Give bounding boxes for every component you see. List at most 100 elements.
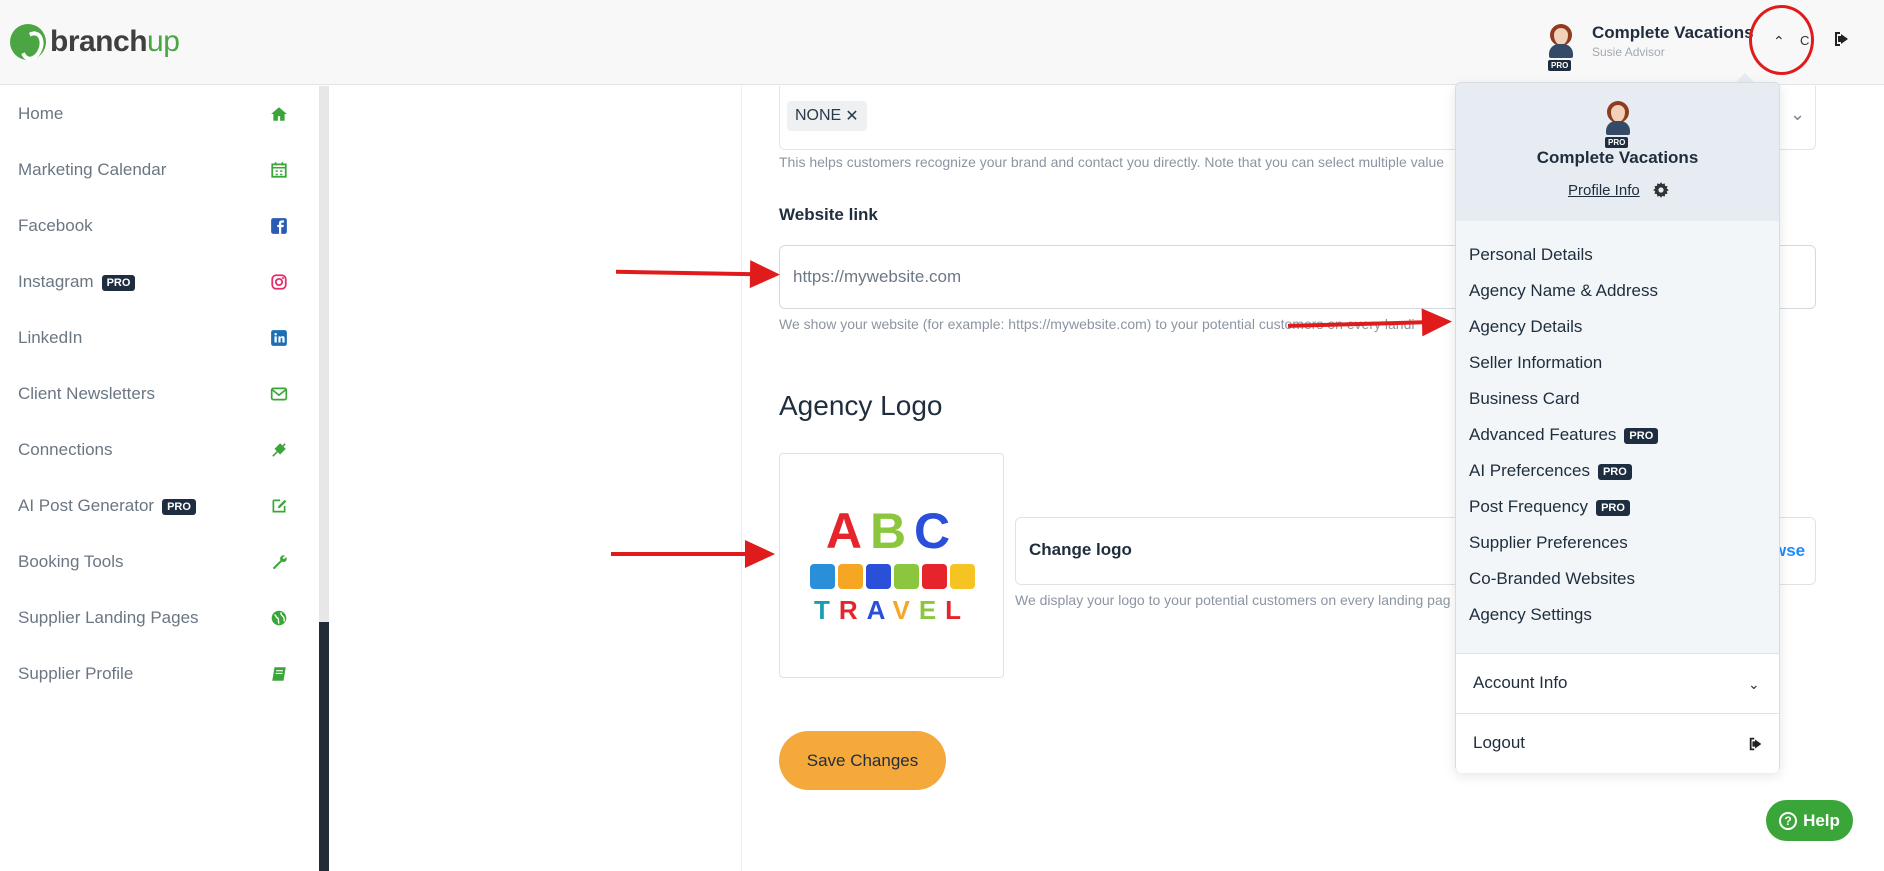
menu-item-business-card[interactable]: Business Card bbox=[1469, 389, 1580, 409]
menu-item-seller-information[interactable]: Seller Information bbox=[1469, 353, 1602, 373]
pro-badge: PRO bbox=[101, 274, 136, 291]
sidebar-item-marketing-calendar[interactable]: Marketing Calendar bbox=[0, 142, 300, 198]
help-button[interactable]: ? Help bbox=[1766, 800, 1853, 841]
menu-item-post-frequency[interactable]: Post Frequency PRO bbox=[1469, 497, 1630, 517]
avatar: PRO bbox=[1545, 24, 1575, 71]
sidebar-item-label: AI Post Generator PRO bbox=[18, 496, 196, 516]
menu-header: PRO Complete Vacations Profile Info bbox=[1456, 83, 1779, 221]
account-info-label: Account Info bbox=[1473, 673, 1568, 692]
sidebar-item-instagram[interactable]: Instagram PRO bbox=[0, 254, 300, 310]
sidebar-item-ai-post-generator[interactable]: AI Post Generator PRO bbox=[0, 478, 300, 534]
menu-item-agency-settings[interactable]: Agency Settings bbox=[1469, 605, 1592, 625]
account-role: Susie Advisor bbox=[1592, 45, 1665, 59]
pro-badge: PRO bbox=[1596, 499, 1630, 516]
sidebar-item-label: Connections bbox=[18, 440, 113, 459]
logo-text: branchup bbox=[50, 25, 180, 59]
sidebar-item-text: Instagram bbox=[18, 272, 94, 291]
chevron-down-icon[interactable]: ⌄ bbox=[1790, 104, 1805, 125]
sidebar-item-facebook[interactable]: Facebook bbox=[0, 198, 300, 254]
sidebar-item-label: Client Newsletters bbox=[18, 384, 155, 403]
envelope-icon bbox=[270, 387, 288, 401]
change-logo-label: Change logo bbox=[1029, 540, 1132, 559]
annotation-arrow-website bbox=[615, 269, 757, 277]
gear-icon[interactable] bbox=[1652, 181, 1670, 199]
menu-item-agency-name-address[interactable]: Agency Name & Address bbox=[1469, 281, 1658, 301]
account-switcher[interactable]: PRO Complete Vacations Susie Advisor bbox=[1545, 20, 1755, 76]
sidebar-item-label: Supplier Profile bbox=[18, 664, 134, 683]
account-dropdown-menu: PRO Complete Vacations Profile Info Pers… bbox=[1455, 82, 1780, 773]
menu-item-label: AI Prefercences bbox=[1469, 461, 1590, 480]
sidebar-item-label: Home bbox=[18, 104, 64, 123]
wrench-icon bbox=[272, 555, 287, 570]
website-help-text-main: We show your website (for example: https… bbox=[779, 316, 1285, 332]
help-label: Help bbox=[1803, 810, 1840, 830]
top-bar: branchup PRO Complete Vacations Susie Ad… bbox=[0, 0, 1884, 85]
menu-avatar: PRO bbox=[1602, 101, 1632, 149]
menu-item-supplier-preferences[interactable]: Supplier Preferences bbox=[1469, 533, 1628, 553]
linkedin-icon bbox=[271, 330, 287, 346]
menu-avatar-pro-badge: PRO bbox=[1605, 137, 1629, 148]
menu-account-name: Complete Vacations bbox=[1536, 148, 1699, 167]
remove-tag-icon[interactable]: ✕ bbox=[845, 106, 858, 126]
sidebar-item-label: Supplier Landing Pages bbox=[18, 608, 199, 627]
pro-badge: PRO bbox=[162, 498, 196, 515]
chevron-down-icon: ⌄ bbox=[1748, 676, 1760, 692]
branchup-logo[interactable]: branchup bbox=[10, 22, 180, 62]
save-changes-button[interactable]: Save Changes bbox=[779, 731, 946, 790]
sidebar-item-label: Booking Tools bbox=[18, 552, 124, 571]
selected-tag[interactable]: NONE ✕ bbox=[787, 101, 867, 131]
sidebar-item-home[interactable]: Home bbox=[0, 86, 300, 142]
menu-item-agency-details[interactable]: Agency Details bbox=[1469, 317, 1582, 337]
logout-icon bbox=[1749, 737, 1762, 751]
logout-label: Logout bbox=[1473, 733, 1525, 752]
sidebar-item-linkedin[interactable]: LinkedIn bbox=[0, 310, 300, 366]
abc-travel-logo-image: ABC TRAVEL bbox=[807, 502, 977, 626]
sidebar-item-label: LinkedIn bbox=[18, 328, 83, 347]
sidebar-item-connections[interactable]: Connections bbox=[0, 422, 300, 478]
book-icon bbox=[272, 667, 286, 681]
pro-badge: PRO bbox=[1624, 427, 1659, 444]
branchup-logo-mark bbox=[10, 24, 46, 60]
annotation-arrow-logo bbox=[611, 540, 775, 568]
question-icon: ? bbox=[1779, 811, 1798, 830]
agency-logo-preview: ABC TRAVEL bbox=[779, 453, 1004, 678]
sidebar-item-label: Instagram PRO bbox=[18, 272, 136, 292]
pro-badge: PRO bbox=[1597, 463, 1632, 480]
globe-icon bbox=[271, 610, 287, 626]
sidebar-item-supplier-profile[interactable]: Supplier Profile bbox=[0, 646, 300, 702]
sidebar-item-supplier-landing-pages[interactable]: Supplier Landing Pages bbox=[0, 590, 300, 646]
logo-text-branch: branch bbox=[50, 25, 148, 58]
calendar-icon bbox=[271, 162, 287, 178]
facebook-icon bbox=[271, 218, 287, 234]
sidebar-item-client-newsletters[interactable]: Client Newsletters bbox=[0, 366, 300, 422]
account-name: Complete Vacations bbox=[1592, 23, 1754, 42]
home-icon bbox=[271, 107, 287, 121]
instagram-icon bbox=[271, 274, 287, 290]
logout-icon[interactable] bbox=[1833, 30, 1851, 48]
edit-icon bbox=[272, 499, 287, 513]
menu-item-label: Advanced Features bbox=[1469, 425, 1617, 444]
annotation-circle bbox=[1749, 5, 1814, 75]
sidebar-item-booking-tools[interactable]: Booking Tools bbox=[0, 534, 300, 590]
profile-info-link[interactable]: Profile Info bbox=[1568, 182, 1640, 199]
logo-help-text: We display your logo to your potential c… bbox=[1015, 592, 1451, 608]
menu-item-co-branded-websites[interactable]: Co-Branded Websites bbox=[1469, 569, 1635, 589]
plug-icon bbox=[272, 443, 286, 457]
contact-help-text: This helps customers recognize your bran… bbox=[779, 154, 1445, 170]
menu-item-advanced-features[interactable]: Advanced Features PRO bbox=[1469, 425, 1659, 445]
website-label: Website link bbox=[779, 205, 878, 224]
selected-tag-label: NONE bbox=[795, 107, 842, 124]
sidebar-item-label: Marketing Calendar bbox=[18, 160, 167, 179]
sidebar-scrollbar-thumb[interactable] bbox=[319, 622, 329, 871]
agency-logo-title: Agency Logo bbox=[779, 390, 943, 421]
menu-item-personal-details[interactable]: Personal Details bbox=[1469, 245, 1593, 265]
sidebar: Home Marketing Calendar Facebook Instagr… bbox=[0, 86, 319, 871]
avatar-pro-badge: PRO bbox=[1548, 60, 1572, 71]
menu-account-info[interactable]: Account Info ⌄ bbox=[1456, 653, 1779, 713]
menu-item-label: Post Frequency bbox=[1469, 497, 1589, 516]
sidebar-item-text: AI Post Generator bbox=[18, 496, 155, 515]
menu-logout[interactable]: Logout bbox=[1456, 713, 1779, 773]
logo-text-up: up bbox=[147, 25, 180, 58]
menu-item-ai-preferences[interactable]: AI Prefercences PRO bbox=[1469, 461, 1632, 481]
sidebar-item-label: Facebook bbox=[18, 216, 93, 235]
